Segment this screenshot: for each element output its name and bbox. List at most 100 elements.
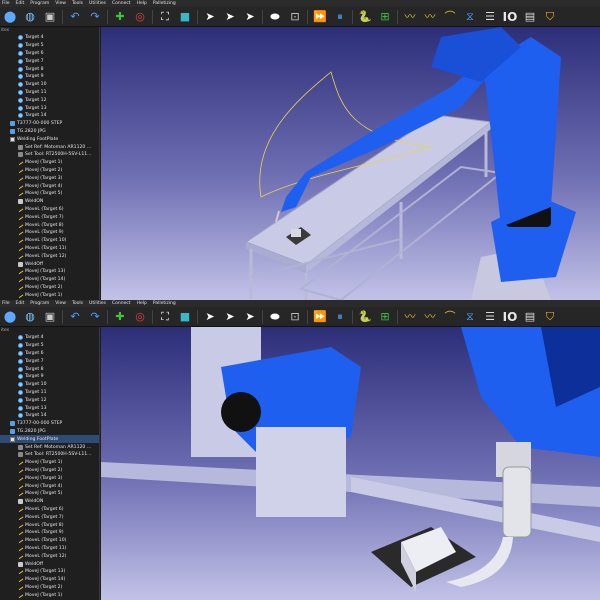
tree-item[interactable]: WeldOff <box>0 560 99 568</box>
python-icon[interactable]: 🐍 <box>357 309 373 325</box>
collision-icon[interactable]: ⬬ <box>267 9 283 25</box>
menu-edit[interactable]: Edit <box>16 300 25 307</box>
tree-item[interactable]: Target 12 <box>0 396 99 404</box>
tree-item[interactable]: Target 11 <box>0 389 99 397</box>
undo-icon[interactable]: ↶ <box>67 309 83 325</box>
io-label[interactable]: IO <box>502 309 518 325</box>
tree-item[interactable]: Target 10 <box>0 81 99 89</box>
tree-item[interactable]: MoveJ (Target 2) <box>0 467 99 475</box>
shield-icon[interactable]: ⛉ <box>542 309 558 325</box>
tree-item[interactable]: MoveJ (Target 4) <box>0 182 99 190</box>
open-robot-icon[interactable]: ⬤ <box>2 309 18 325</box>
add-program-icon[interactable]: ⊞ <box>377 309 393 325</box>
pause-instruction-icon[interactable]: ⧖ <box>462 309 478 325</box>
tree-item[interactable]: MoveJ (Target 13) <box>0 568 99 576</box>
menu-file[interactable]: File <box>2 0 10 7</box>
tree-item[interactable]: Target 4 <box>0 34 99 42</box>
tree-item[interactable]: MoveJ (Target 3) <box>0 474 99 482</box>
tree-item[interactable]: Set Tool: RT2500H-5SV-L11... <box>0 151 99 159</box>
tree-item[interactable]: MoveJ (Target 2) <box>0 584 99 592</box>
tree-item[interactable]: MoveL (Target 9) <box>0 229 99 237</box>
move-joint-icon[interactable]: 〰 <box>402 9 418 25</box>
menu-tools[interactable]: Tools <box>72 300 83 307</box>
menu-utilities[interactable]: Utilities <box>89 300 106 307</box>
instruction-list-icon[interactable]: ☰ <box>482 9 498 25</box>
undo-icon[interactable]: ↶ <box>67 9 83 25</box>
tree-item[interactable]: MoveL (Target 10) <box>0 537 99 545</box>
redo-icon[interactable]: ↷ <box>87 9 103 25</box>
program-call-icon[interactable]: ▤ <box>522 309 538 325</box>
menu-program[interactable]: Program <box>30 300 49 307</box>
collision-icon[interactable]: ⬬ <box>267 309 283 325</box>
tree-item[interactable]: MoveJ (Target 14) <box>0 276 99 284</box>
pause-instruction-icon[interactable]: ⧖ <box>462 9 478 25</box>
tree-item[interactable]: Set Ref: Motoman AR1120 ... <box>0 143 99 151</box>
menu-file[interactable]: File <box>2 300 10 307</box>
select-cursor-icon[interactable]: ➤ <box>202 9 218 25</box>
menu-palletizing[interactable]: Palletizing <box>153 300 176 307</box>
tree-item[interactable]: MoveJ (Target 5) <box>0 490 99 498</box>
tree-item[interactable]: Target 11 <box>0 89 99 97</box>
menu-help[interactable]: Help <box>137 300 147 307</box>
fit-all-icon[interactable]: ⛶ <box>157 9 173 25</box>
add-target-icon[interactable]: ◎ <box>132 9 148 25</box>
tree-item[interactable]: Target 14 <box>0 412 99 420</box>
move-joint-icon[interactable]: 〰 <box>402 309 418 325</box>
menu-palletizing[interactable]: Palletizing <box>153 0 176 7</box>
tree-item[interactable]: MoveJ (Target 2) <box>0 167 99 175</box>
fast-forward-icon[interactable]: ⏩ <box>312 309 328 325</box>
tree-item[interactable]: MoveL (Target 6) <box>0 206 99 214</box>
tree-item[interactable]: Target 13 <box>0 104 99 112</box>
tree-item[interactable]: Target 10 <box>0 381 99 389</box>
pause-icon[interactable]: ⏸ <box>332 9 348 25</box>
tree-item[interactable]: Target 9 <box>0 73 99 81</box>
menu-program[interactable]: Program <box>30 0 49 7</box>
tree-item[interactable]: MoveL (Target 6) <box>0 506 99 514</box>
rotate-cursor-icon[interactable]: ➤ <box>242 9 258 25</box>
program-call-icon[interactable]: ▤ <box>522 9 538 25</box>
menu-view[interactable]: View <box>55 300 66 307</box>
tree-item[interactable]: Set Tool: RT2500H-5SV-L11... <box>0 451 99 459</box>
tree-item[interactable]: TG.2820 JPG <box>0 128 99 136</box>
tree-item[interactable]: MoveJ (Target 1) <box>0 159 99 167</box>
tree-item[interactable]: Target 4 <box>0 334 99 342</box>
io-label[interactable]: IO <box>502 9 518 25</box>
python-icon[interactable]: 🐍 <box>357 9 373 25</box>
tree-item[interactable]: MoveL (Target 7) <box>0 513 99 521</box>
tree-item[interactable]: Target 6 <box>0 350 99 358</box>
tree-item[interactable]: MoveJ (Target 4) <box>0 482 99 490</box>
tree-item[interactable]: WeldON <box>0 498 99 506</box>
globe-icon[interactable]: ◍ <box>22 9 38 25</box>
tree-item[interactable]: WeldON <box>0 198 99 206</box>
tree-item[interactable]: Target 14 <box>0 112 99 120</box>
menu-utilities[interactable]: Utilities <box>89 0 106 7</box>
tree-item[interactable]: MoveJ (Target 1) <box>0 291 99 299</box>
tree-item[interactable]: MoveL (Target 11) <box>0 545 99 553</box>
tree-item[interactable]: MoveJ (Target 13) <box>0 268 99 276</box>
add-frame-icon[interactable]: ✚ <box>112 9 128 25</box>
pause-icon[interactable]: ⏸ <box>332 309 348 325</box>
move-linear-icon[interactable]: 〰 <box>422 309 438 325</box>
tree-item[interactable]: Target 8 <box>0 65 99 73</box>
tree-item[interactable]: Set Ref: Motoman AR1120 ... <box>0 443 99 451</box>
tree-item[interactable]: MoveJ (Target 2) <box>0 284 99 292</box>
tree-item[interactable]: WeldOff <box>0 260 99 268</box>
menu-connect[interactable]: Connect <box>112 300 131 307</box>
tree-item[interactable]: Welding FootPlate <box>0 435 99 444</box>
move-cursor-icon[interactable]: ➤ <box>222 309 238 325</box>
save-icon[interactable]: ▣ <box>42 9 58 25</box>
tree-item[interactable]: MoveL (Target 10) <box>0 237 99 245</box>
select-cursor-icon[interactable]: ➤ <box>202 309 218 325</box>
move-linear-icon[interactable]: 〰 <box>422 9 438 25</box>
tree-item[interactable]: MoveL (Target 12) <box>0 252 99 260</box>
tree-item[interactable]: MoveJ (Target 1) <box>0 591 99 599</box>
menu-edit[interactable]: Edit <box>16 0 25 7</box>
save-icon[interactable]: ▣ <box>42 309 58 325</box>
tree-item[interactable]: TG.2820 JPG <box>0 428 99 436</box>
tree-item[interactable]: Target 7 <box>0 357 99 365</box>
tree-item[interactable]: T3777-00-000 STEP <box>0 420 99 428</box>
teach-target-icon[interactable]: ⊡ <box>287 9 303 25</box>
move-circular-icon[interactable]: ⌒ <box>442 309 458 325</box>
menu-help[interactable]: Help <box>137 0 147 7</box>
move-cursor-icon[interactable]: ➤ <box>222 9 238 25</box>
